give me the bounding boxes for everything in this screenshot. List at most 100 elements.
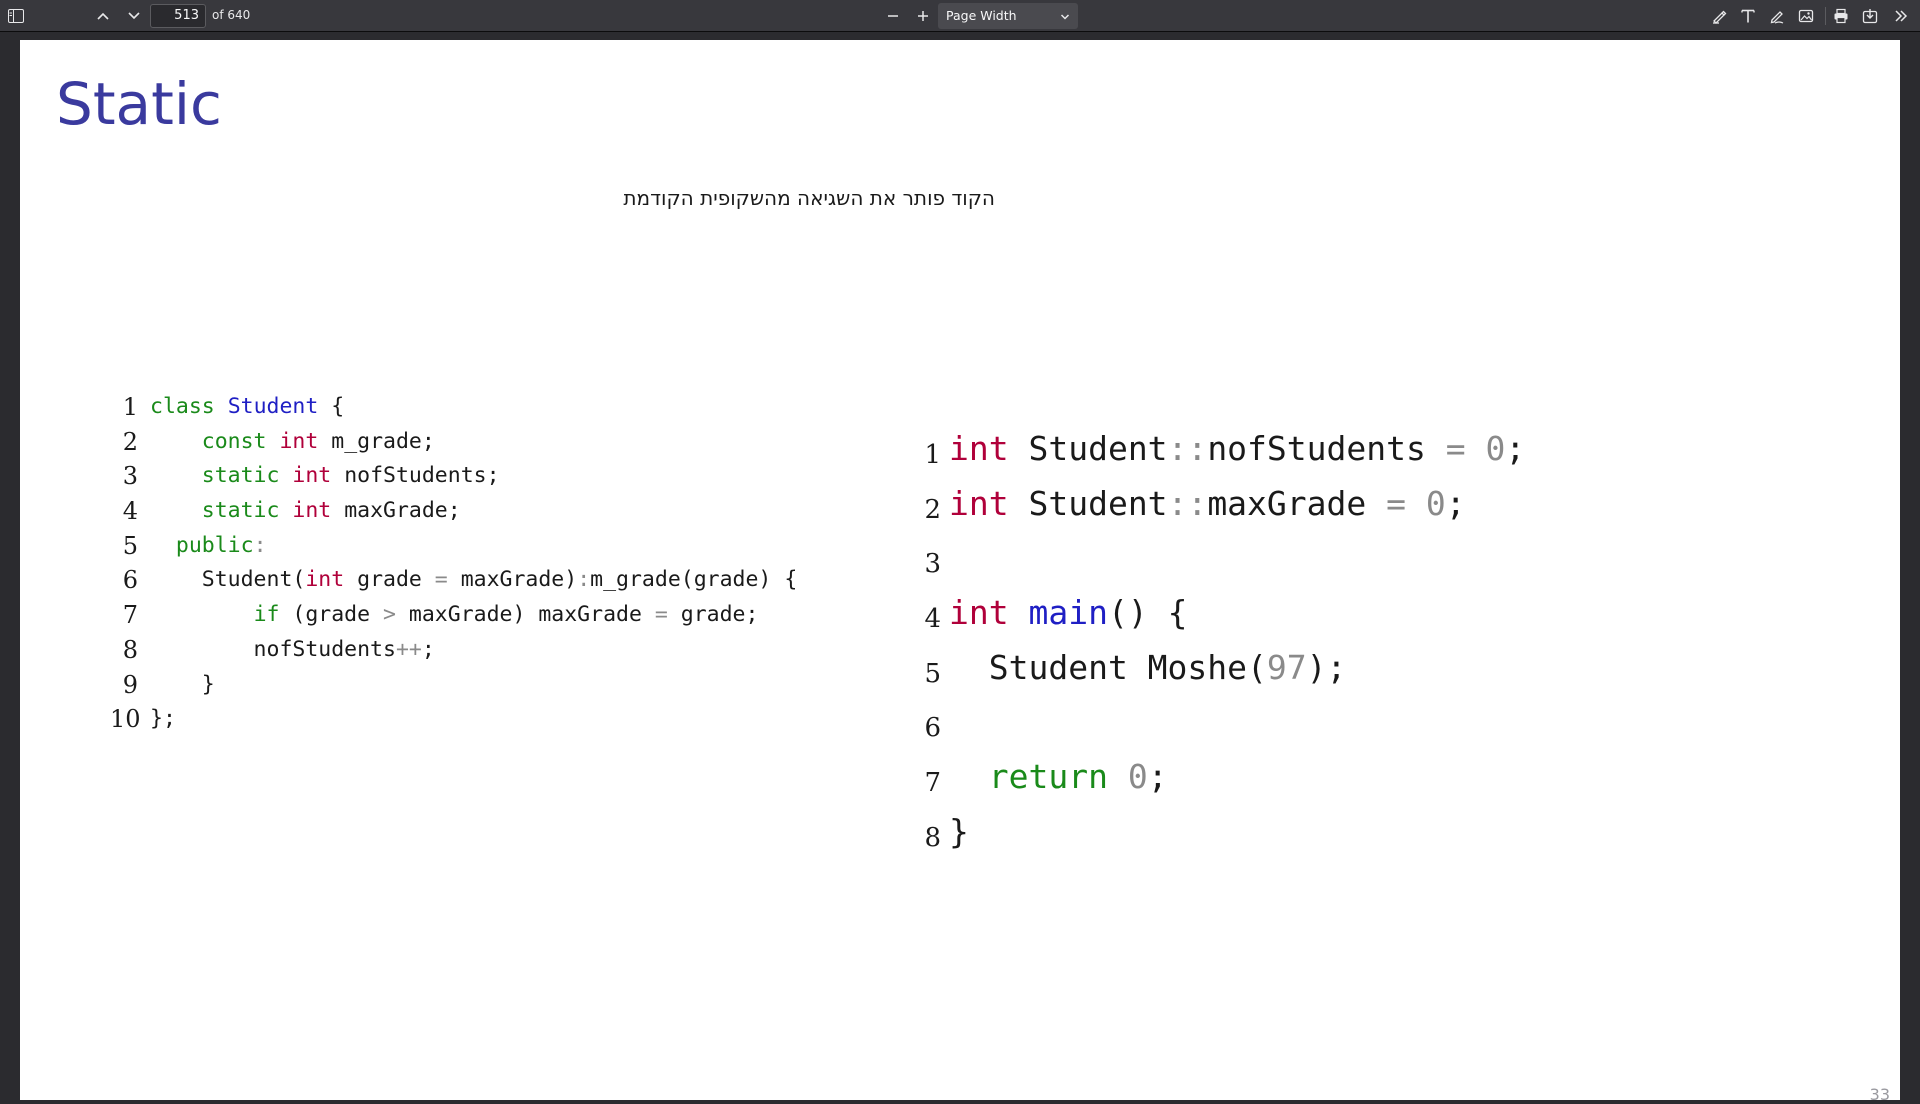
tools-icon[interactable] [1888,4,1914,28]
line-number: 9 [122,670,138,699]
code-token: 0 [1425,483,1446,523]
code-token: = [1386,483,1406,523]
code-token: : [253,532,267,558]
code-line: 5 public: [110,529,797,564]
line-number: 7 [122,601,138,630]
code-line: 4 int main() { [915,586,1525,641]
code-token: static [201,463,280,489]
code-token: maxGrade) [447,567,578,593]
zoom-select-value: Page Width [946,8,1017,23]
code-line: 9 } [110,668,797,703]
line-number: 1 [924,440,941,470]
chevron-down-icon[interactable] [121,4,147,28]
draw-icon[interactable] [1764,4,1790,28]
code-line: 6 [915,695,1525,750]
zoom-select[interactable]: Page Width [938,3,1078,29]
code-token: grade; [667,602,759,628]
line-number: 1 [122,393,138,421]
chevron-up-icon[interactable] [90,4,116,28]
code-token: int [292,498,332,524]
code-text: Student(int grade = maxGrade):m_grade(gr… [150,563,798,598]
zoom-in-icon[interactable] [910,4,936,28]
slide-title: Static [56,70,222,138]
code-text: }; [150,702,176,737]
code-text: int Student::maxGrade = 0; [949,477,1466,532]
code-token: maxGrade; [331,498,461,524]
page-number-input[interactable]: 513 [150,4,206,28]
code-line: 8 nofStudents++; [110,633,797,668]
code-token: : [577,567,591,593]
zoom-out-icon[interactable] [880,4,906,28]
code-text: class Student { [150,390,344,425]
code-token: Student [1008,429,1168,468]
code-text: } [949,805,969,860]
code-token: nofStudents; [331,463,500,489]
sidebar-toggle-icon[interactable] [3,4,29,28]
code-token: :: [1167,483,1208,523]
code-token: ; [1445,483,1466,523]
code-text: const int m_grade; [150,425,435,460]
page-count-label: of 640 [212,8,251,22]
code-token: () { [1107,593,1188,633]
slide-subtitle: הקוד פותר את השגיאה מהשקופית הקודמת [623,186,995,210]
line-number: 6 [924,713,941,744]
code-token: nofStudents [150,636,396,662]
line-number: 2 [924,494,941,525]
code-text: Student Moshe(97); [949,641,1347,696]
code-line: 10}; [110,702,797,737]
code-token: = [1445,429,1466,468]
code-token: main [1028,593,1108,633]
code-token: ++ [395,636,422,662]
save-icon[interactable] [1857,4,1883,28]
code-token: 0 [1127,757,1148,797]
code-token: = [654,602,668,628]
toolbar-separator [1825,7,1826,25]
code-line: 3 static int nofStudents; [110,459,797,494]
code-token: m_grade(grade) { [590,567,798,593]
code-token: 97 [1266,647,1307,687]
pdf-page: Static הקוד פותר את השגיאה מהשקופית הקוד… [20,40,1900,1104]
code-line: 7 if (grade > maxGrade) maxGrade = grade… [110,598,797,633]
code-token: grade [344,567,435,593]
chevron-down-icon [1060,4,1070,30]
code-line: 5 Student Moshe(97); [915,641,1525,696]
code-token: static [201,498,280,524]
code-text: return 0; [949,750,1168,805]
code-line: 3 [915,531,1525,586]
code-token: const [201,428,267,454]
code-token: { [318,394,345,419]
code-token: maxGrade) maxGrade [395,602,655,628]
line-number: 4 [924,604,941,635]
code-token: Student [227,394,319,419]
code-text: public: [150,529,267,564]
code-token: ; [421,636,435,662]
code-token: 0 [1485,429,1506,468]
code-token: :: [1167,429,1208,468]
code-token: return [988,757,1108,797]
image-icon[interactable] [1793,4,1819,28]
highlight-icon[interactable] [1706,4,1732,28]
text-icon[interactable] [1735,4,1761,28]
code-token: > [383,602,396,628]
code-token: int [305,567,345,593]
code-text: if (grade > maxGrade) maxGrade = grade; [150,598,759,633]
code-line: 1 class Student { [110,390,797,425]
code-line: 4 static int maxGrade; [110,494,797,529]
code-token: = [434,567,448,593]
code-token: maxGrade [1207,483,1387,523]
code-token: ); [1306,647,1347,687]
print-icon[interactable] [1828,4,1854,28]
line-number: 4 [122,497,138,526]
code-line: 8} [915,805,1525,860]
code-text: static int nofStudents; [150,459,500,494]
code-text: static int maxGrade; [150,494,461,529]
code-line: 2 const int m_grade; [110,425,797,460]
code-token: ; [1505,429,1526,468]
